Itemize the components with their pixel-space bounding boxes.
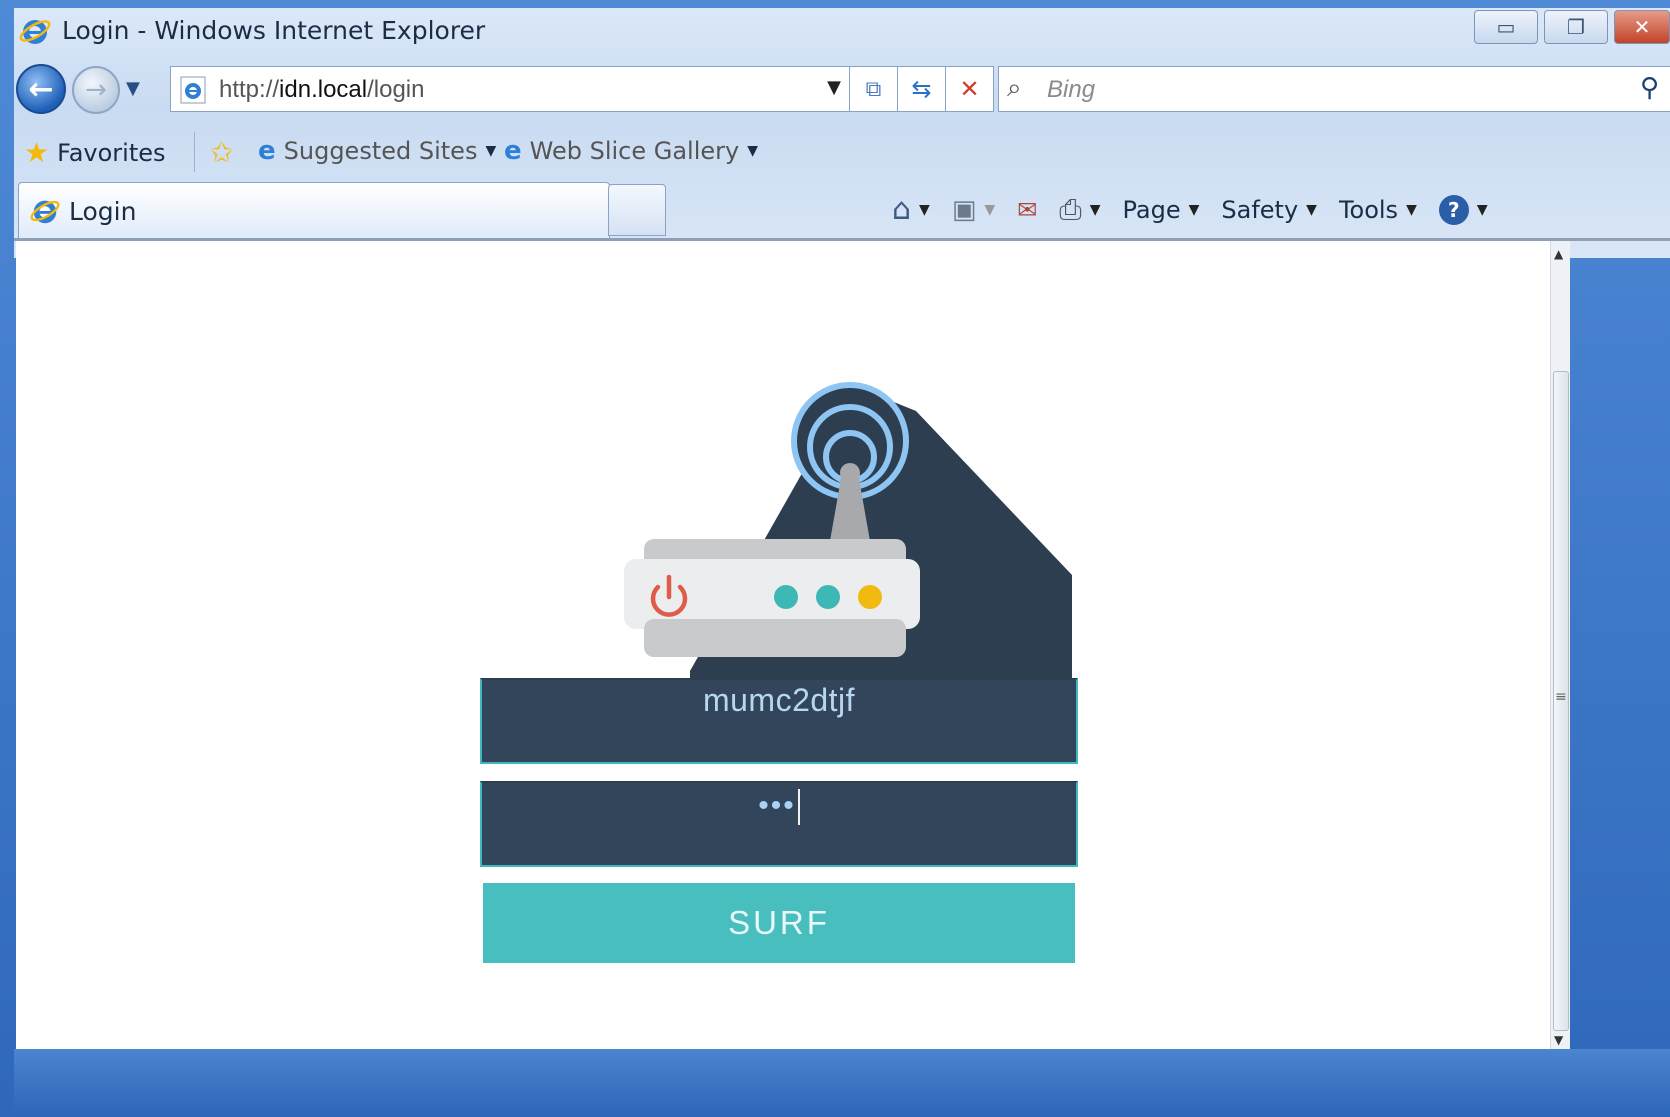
home-button[interactable]: ⌂ ▼ [892,192,930,227]
scroll-up-icon[interactable]: ▲ [1554,247,1563,261]
minimize-icon: ▭ [1496,15,1516,39]
address-dropdown-icon[interactable]: ▼ [827,77,841,98]
address-url[interactable]: http://idn.local/login [219,76,424,104]
minimize-button[interactable]: ▭ [1474,10,1538,44]
tab-row: Login ⌂ ▼ ▣ ▼ ✉ ⎙ ▼ Page ▼ Safety ▼ Tool… [14,178,1670,240]
password-value: ••• [482,789,1076,826]
web-slice-gallery-label: Web Slice Gallery [529,137,740,165]
favorites-separator [194,132,195,172]
page-menu-label: Page [1122,195,1181,224]
help-icon: ? [1438,194,1469,225]
favorites-label: Favorites [57,138,166,167]
stop-icon: ✕ [959,75,980,103]
safety-menu-label: Safety [1221,195,1299,224]
suggested-sites-label: Suggested Sites [283,137,478,165]
address-tools: ⧉ ⇆ ✕ [850,66,994,112]
tab-title: Login [69,197,137,226]
chevron-down-icon: ▼ [984,201,996,218]
page-content: mumc2dtjf ••• SURF [16,241,1550,1049]
address-bar[interactable]: http://idn.local/login ▼ [170,66,850,112]
chevron-down-icon: ▼ [1406,201,1417,218]
window-bottom-frame [14,1049,1670,1117]
ie-logo-icon [18,14,52,52]
tools-menu-label: Tools [1338,195,1399,224]
vertical-scrollbar[interactable]: ▲ ≡ ▼ [1550,241,1570,1049]
ie-page-icon: e [504,136,522,166]
chevron-down-icon: ▼ [1306,201,1317,218]
password-field[interactable]: ••• [480,781,1078,867]
compatibility-view-icon: ⧉ [865,76,882,102]
web-slice-gallery-link[interactable]: e Web Slice Gallery ▼ [504,136,758,166]
favorites-button[interactable]: ★ Favorites [24,136,166,169]
status-led-icon [858,585,882,609]
back-button[interactable]: ← [16,64,66,114]
close-icon: ✕ [1633,15,1651,39]
text-cursor [797,789,800,826]
suggested-sites-link[interactable]: e Suggested Sites ▼ [258,136,496,166]
tab-login[interactable]: Login [18,182,610,240]
rss-feed-icon: ▣ [951,194,977,225]
ie-page-icon: e [258,136,276,166]
search-provider-icon: ⌕ [1007,73,1022,103]
new-tab-button[interactable] [608,184,666,236]
add-favorite-icon: ✩ [210,136,234,169]
read-mail-button[interactable]: ✉ [1017,196,1037,224]
add-to-favorites-button[interactable]: ✩ [210,136,233,169]
recent-pages-dropdown-icon[interactable]: ▼ [126,78,140,99]
restore-button[interactable]: ❐ [1544,10,1608,44]
safety-menu[interactable]: Safety ▼ [1221,196,1317,224]
back-arrow-icon: ← [28,71,54,107]
page-menu[interactable]: Page ▼ [1122,196,1199,224]
chevron-down-icon: ▼ [1089,201,1101,218]
scroll-down-icon[interactable]: ▼ [1554,1033,1563,1047]
forward-button[interactable]: → [72,66,120,114]
search-placeholder: Bing [1047,76,1096,103]
username-value: mumc2dtjf [702,682,856,718]
url-host: idn.local [279,76,368,103]
refresh-button[interactable]: ⇆ [898,66,946,112]
favorites-bar: ★ Favorites ✩ e Suggested Sites ▼ e Web … [14,126,1670,178]
restore-icon: ❐ [1567,15,1585,39]
compatibility-view-button[interactable]: ⧉ [850,66,898,112]
mail-icon: ✉ [1017,195,1038,224]
surf-button[interactable]: SURF [483,883,1075,963]
feeds-button[interactable]: ▣ ▼ [952,195,995,225]
ie-logo-icon [29,195,61,231]
status-led-icon [774,585,798,609]
search-box[interactable]: ⌕ Bing ⚲ [998,66,1670,112]
printer-icon: ⎙ [1059,192,1082,226]
chevron-down-icon: ▼ [747,143,759,159]
help-button[interactable]: ? ▼ [1438,194,1488,225]
password-mask: ••• [758,789,796,822]
browser-chrome: Login - Windows Internet Explorer ▭ ❐ ✕ … [14,8,1670,258]
chevron-down-icon: ▼ [1476,201,1488,218]
print-button[interactable]: ⎙ ▼ [1059,193,1100,227]
chevron-down-icon: ▼ [485,143,497,159]
tools-menu[interactable]: Tools ▼ [1339,196,1417,224]
status-led-icon [816,585,840,609]
refresh-icon: ⇆ [911,75,932,103]
username-field[interactable]: mumc2dtjf [480,678,1078,764]
scroll-grip-icon: ≡ [1555,689,1567,705]
window-title: Login - Windows Internet Explorer [62,16,486,45]
chevron-down-icon: ▼ [919,201,930,218]
close-button[interactable]: ✕ [1614,10,1670,44]
navigation-row: ← → ▼ http://idn.local/login ▼ ⧉ ⇆ ✕ ⌕ B… [14,60,1670,120]
star-icon: ★ [24,136,50,169]
window-controls: ▭ ❐ ✕ [1474,10,1670,44]
home-icon: ⌂ [892,192,912,227]
page-ie-icon [179,75,209,109]
title-bar: Login - Windows Internet Explorer ▭ ❐ ✕ [14,8,1670,58]
command-bar: ⌂ ▼ ▣ ▼ ✉ ⎙ ▼ Page ▼ Safety ▼ Tools ▼ ? … [892,192,1488,227]
search-icon[interactable]: ⚲ [1640,73,1659,103]
router-illustration [624,382,1072,681]
url-path: /login [367,76,425,103]
chevron-down-icon: ▼ [1188,201,1200,218]
url-scheme: http:// [219,76,280,103]
stop-button[interactable]: ✕ [946,66,994,112]
forward-arrow-icon: → [85,75,107,105]
